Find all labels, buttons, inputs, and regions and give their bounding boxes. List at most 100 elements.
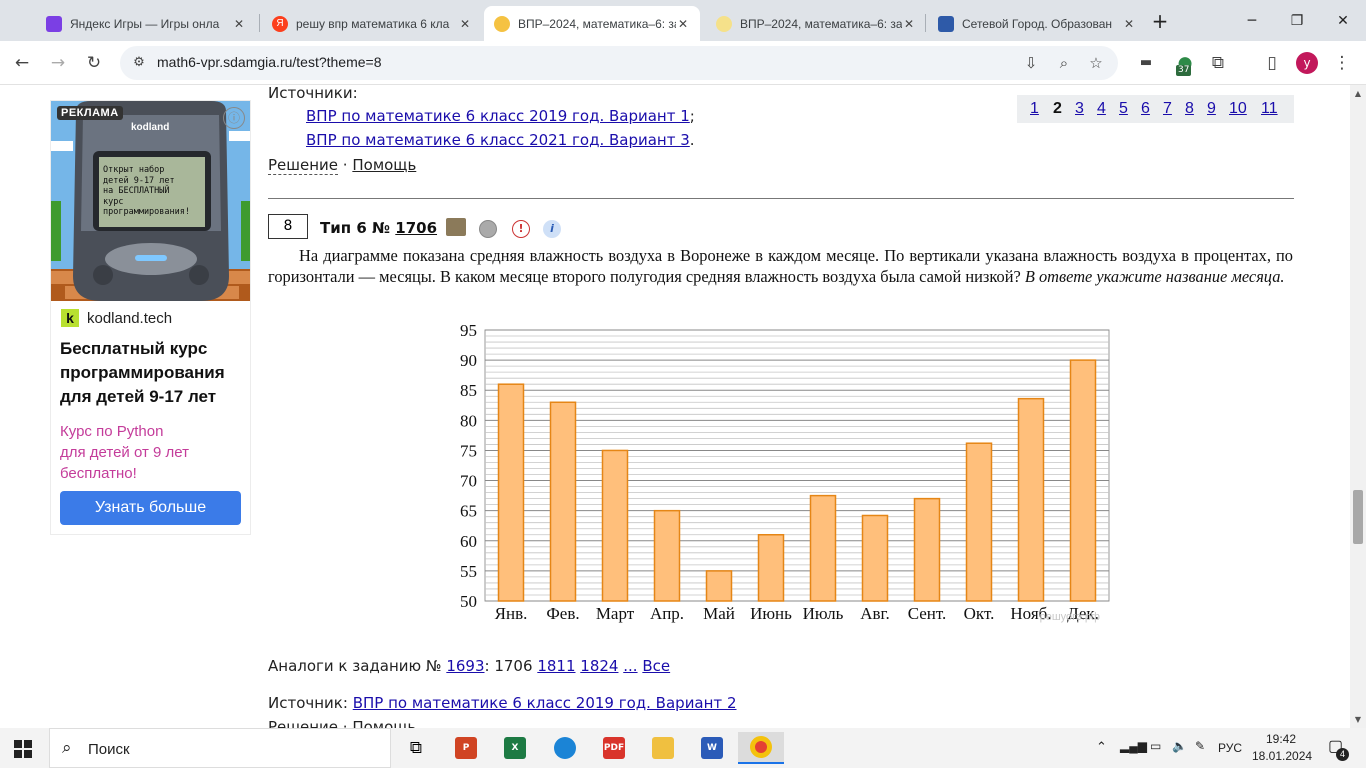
ad-domain-text: kodland.tech: [87, 309, 173, 327]
page-link[interactable]: 4: [1097, 100, 1106, 118]
page-link[interactable]: 9: [1207, 100, 1216, 118]
address-bar[interactable]: ⚙ math6-vpr.sdamgia.ru/test?theme=8 ⇩ ⌕ …: [120, 46, 1118, 80]
bar: [965, 442, 993, 602]
source-link[interactable]: ВПР по математике 6 класс 2021 год. Вари…: [306, 131, 690, 149]
puzzle-icon[interactable]: ⧉: [1205, 50, 1231, 76]
source-link[interactable]: ВПР по математике 6 класс 2019 год. Вари…: [353, 694, 737, 712]
battery-icon[interactable]: ▭: [1150, 739, 1161, 753]
profile-avatar[interactable]: у: [1296, 52, 1318, 74]
excel-icon[interactable]: X: [495, 732, 535, 764]
volume-icon[interactable]: 🔈: [1172, 739, 1187, 753]
analog-link[interactable]: 1824: [580, 657, 618, 675]
url-text[interactable]: math6-vpr.sdamgia.ru/test?theme=8: [157, 54, 382, 70]
analog-link[interactable]: 1811: [537, 657, 575, 675]
y-tick-label: 75: [460, 441, 477, 460]
install-icon[interactable]: ⇩: [1020, 52, 1042, 74]
ad-headline[interactable]: Бесплатный курс программирования для дет…: [60, 337, 245, 409]
page-link[interactable]: 1: [1030, 100, 1039, 118]
x-tick-label: Июль: [803, 604, 844, 623]
network-icon[interactable]: ▂▄▆: [1120, 739, 1147, 753]
page-link[interactable]: 5: [1119, 100, 1128, 118]
scroll-thumb[interactable]: [1353, 490, 1363, 544]
bar: [705, 570, 733, 602]
windows-start-icon[interactable]: [14, 740, 32, 758]
minimize-button[interactable]: ─: [1229, 8, 1275, 34]
file-explorer-icon[interactable]: [643, 732, 683, 764]
pen-icon[interactable]: ✎: [1195, 739, 1205, 753]
tab-search-vpr[interactable]: Я решу впр математика 6 кла ✕: [262, 6, 482, 41]
y-tick-label: 65: [460, 502, 477, 521]
new-tab-button[interactable]: +: [1140, 8, 1180, 34]
ad-options-icon[interactable]: ⓘ: [223, 107, 245, 129]
close-icon[interactable]: ✕: [676, 17, 690, 31]
taskbar-search[interactable]: ⌕ Поиск: [49, 728, 391, 768]
solution-link[interactable]: Решение: [268, 156, 339, 175]
page-link[interactable]: 10: [1229, 100, 1247, 118]
page-scrollbar[interactable]: ▲ ▼: [1350, 85, 1366, 728]
tab-vpr-active[interactable]: ВПР–2024, математика–6: за ✕: [484, 6, 700, 41]
page-link[interactable]: 3: [1075, 100, 1084, 118]
info-icon[interactable]: i: [543, 220, 561, 238]
ad-domain[interactable]: k kodland.tech: [61, 309, 172, 327]
analogs-all-link[interactable]: Все: [642, 657, 670, 675]
close-window-button[interactable]: ✕: [1320, 8, 1366, 34]
status-circle-icon[interactable]: [479, 220, 497, 238]
y-tick-label: 85: [460, 381, 477, 400]
zoom-icon[interactable]: ⌕: [1053, 52, 1075, 74]
clock-time[interactable]: 19:42: [1266, 732, 1296, 746]
ad-banner[interactable]: РЕКЛАМА kodland Открыт набор детей 9-17 …: [50, 100, 251, 535]
tab-setevoy-gorod[interactable]: Сетевой Город. Образован ✕: [928, 6, 1146, 41]
back-button[interactable]: ←: [9, 50, 35, 76]
tab-title: Сетевой Город. Образован: [962, 16, 1113, 31]
page-link[interactable]: 7: [1163, 100, 1172, 118]
page-link[interactable]: 8: [1185, 100, 1194, 118]
close-icon[interactable]: ✕: [458, 17, 472, 31]
clock-date[interactable]: 18.01.2024: [1252, 749, 1312, 763]
menu-icon[interactable]: ⋮: [1329, 50, 1355, 76]
help-link[interactable]: Помощь: [352, 156, 416, 174]
close-icon[interactable]: ✕: [232, 17, 246, 31]
side-panel-icon[interactable]: ▯: [1259, 50, 1285, 76]
report-error-icon[interactable]: !: [512, 220, 530, 238]
close-icon[interactable]: ✕: [902, 17, 916, 31]
page-link[interactable]: 6: [1141, 100, 1150, 118]
yandex-icon: Я: [272, 15, 288, 32]
task-text: На диаграмме показана средняя влажность …: [268, 245, 1293, 287]
tab-yandex-games[interactable]: Яндекс Игры — Игры онла ✕: [36, 6, 256, 41]
source-link[interactable]: ВПР по математике 6 класс 2019 год. Вари…: [306, 107, 690, 125]
site-info-icon[interactable]: ⚙: [128, 52, 150, 74]
restore-button[interactable]: ❐: [1274, 8, 1320, 34]
language-indicator[interactable]: РУС: [1218, 741, 1242, 755]
extensions-badge-icon[interactable]: 37 ●: [1172, 50, 1198, 76]
extension-icon[interactable]: ▬: [1133, 50, 1159, 76]
ad-subtext[interactable]: Курс по Python для детей от 9 лет беспла…: [60, 421, 245, 484]
close-icon[interactable]: ✕: [1122, 17, 1136, 31]
chart-watermark: решуогэ.рф: [1040, 611, 1100, 623]
presentation-app-icon[interactable]: P: [446, 732, 486, 764]
x-tick-label: Июнь: [750, 604, 792, 623]
tab-vpr-2[interactable]: ВПР–2024, математика–6: за ✕: [706, 6, 926, 41]
scroll-down-arrow[interactable]: ▼: [1350, 715, 1366, 724]
pdf-icon[interactable]: PDF: [594, 732, 634, 764]
ad-image[interactable]: РЕКЛАМА kodland Открыт набор детей 9-17 …: [51, 101, 250, 301]
analogs-more-link[interactable]: ...: [623, 657, 637, 675]
reload-button[interactable]: ↻: [81, 50, 107, 76]
task-header: Тип 6 № 1706: [320, 219, 437, 237]
forward-button[interactable]: →: [45, 50, 71, 76]
briefcase-icon[interactable]: [446, 218, 466, 236]
bookmark-star-icon[interactable]: ☆: [1085, 52, 1107, 74]
task-actions-cut[interactable]: Решение · Помощь: [268, 718, 416, 728]
chevron-up-icon[interactable]: ⌃: [1096, 739, 1107, 755]
page-link[interactable]: 11: [1261, 100, 1278, 118]
ad-cta-button[interactable]: Узнать больше: [60, 491, 241, 525]
edge-icon[interactable]: [545, 732, 585, 764]
word-icon[interactable]: W: [692, 732, 732, 764]
y-tick-label: 50: [460, 592, 477, 611]
chrome-icon[interactable]: [738, 732, 784, 764]
task-id-link[interactable]: 1706: [395, 219, 437, 237]
scroll-up-arrow[interactable]: ▲: [1350, 89, 1366, 98]
x-tick-label: Апр.: [650, 604, 684, 623]
task-view-icon[interactable]: ⧉: [396, 732, 436, 764]
bar: [861, 514, 889, 602]
analog-link[interactable]: 1693: [446, 657, 484, 675]
